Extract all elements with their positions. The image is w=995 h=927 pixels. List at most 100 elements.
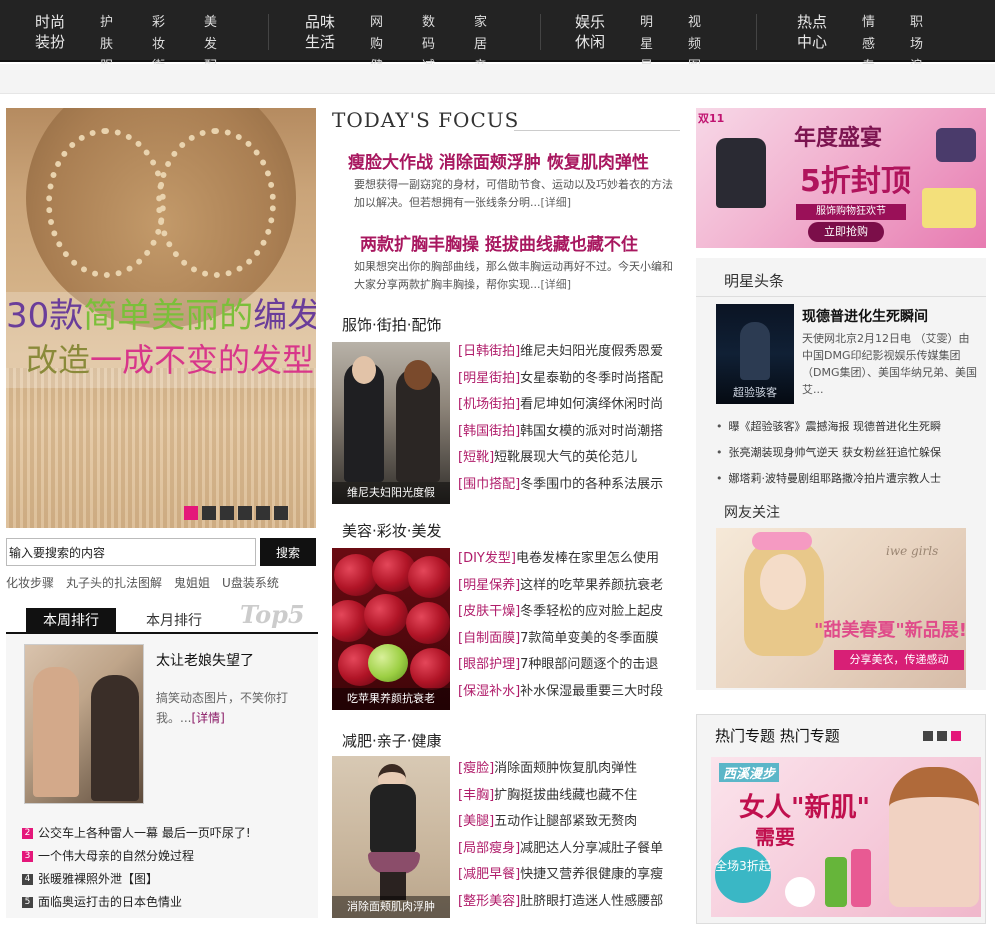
list-item[interactable]: [局部瘦身]减肥达人分享减肚子餐单 xyxy=(458,836,663,863)
ranking-item[interactable]: 4 张暖雅裸照外泄【图】 xyxy=(22,868,251,891)
list-item[interactable]: [保湿补水]补水保湿最重要三大时段 xyxy=(458,679,663,706)
list-item[interactable]: [短靴]短靴展现大气的英伦范儿 xyxy=(458,445,663,472)
slideshow-dot-active[interactable] xyxy=(184,506,198,520)
details-link[interactable]: [详细] xyxy=(541,196,572,209)
nav-link[interactable]: 视频 xyxy=(688,12,701,56)
movie-poster[interactable]: 超验骇客 xyxy=(716,304,794,404)
list-item-tag[interactable]: [局部瘦身] xyxy=(458,841,520,856)
list-item[interactable]: [围巾搭配]冬季围巾的各种系法展示 xyxy=(458,472,663,499)
topic-pager-dot[interactable] xyxy=(937,731,947,741)
list-item-tag[interactable]: [瘦脸] xyxy=(458,761,494,776)
nav-link[interactable]: 职场 xyxy=(910,12,923,56)
list-item-tag[interactable]: [美腿] xyxy=(458,814,494,829)
list-item[interactable]: [皮肤干燥]冬季轻松的应对脸上起皮 xyxy=(458,599,663,626)
nav-link[interactable]: 家居 xyxy=(474,12,487,56)
focus-headline[interactable]: 瘦脸大作战 消除面颊浮肿 恢复肌肉弹性 xyxy=(348,148,649,173)
nav-category-life[interactable]: 品味 生活 xyxy=(300,12,340,52)
nav-link[interactable]: 网购 xyxy=(370,12,383,56)
list-item[interactable]: [日韩街拍]维尼夫妇阳光度假秀恩爱 xyxy=(458,339,663,366)
promo-badge: 双11 xyxy=(698,112,725,125)
list-item[interactable]: [韩国街拍]韩国女模的派对时尚潮搭 xyxy=(458,419,663,446)
nav-link[interactable]: 数码 xyxy=(422,12,435,56)
section-image-beauty[interactable]: 吃苹果养颜抗衰老 xyxy=(332,548,450,710)
list-item-tag[interactable]: [机场街拍] xyxy=(458,397,520,412)
nav-category-hot[interactable]: 热点 中心 xyxy=(792,12,832,52)
list-item-tag[interactable]: [明星街拍] xyxy=(458,371,520,386)
list-item[interactable]: [明星街拍]女星泰勒的冬季时尚搭配 xyxy=(458,366,663,393)
list-item-tag[interactable]: [减肥早餐] xyxy=(458,867,520,882)
celebrity-heading[interactable]: 明星头条 xyxy=(724,270,784,291)
nav-category-entertainment[interactable]: 娱乐 休闲 xyxy=(570,12,610,52)
list-item-tag[interactable]: [皮肤干燥] xyxy=(458,604,520,619)
nav-link[interactable]: 美发 xyxy=(204,12,217,56)
netizen-banner[interactable]: iwe girls "甜美春夏"新品展! 分享美衣，传递感动 xyxy=(716,528,966,688)
topic-pager-dot[interactable] xyxy=(923,731,933,741)
hot-keyword-link[interactable]: U盘装系统 xyxy=(222,576,279,590)
list-item[interactable]: [机场街拍]看尼坤如何演绎休闲时尚 xyxy=(458,392,663,419)
hot-keyword-link[interactable]: 丸子头的扎法图解 xyxy=(66,576,162,590)
slideshow-dot[interactable] xyxy=(202,506,216,520)
hero-slideshow[interactable]: 30款简单美丽的编发 改造一成不变的发型 xyxy=(6,108,316,528)
hot-keyword-link[interactable]: 化妆步骤 xyxy=(6,576,54,590)
hot-keyword-link[interactable]: 鬼姐姐 xyxy=(174,576,210,590)
celebrity-article-title[interactable]: 现德普进化生死瞬间 xyxy=(802,306,928,326)
details-link[interactable]: [详情] xyxy=(191,711,224,725)
featured-title[interactable]: 太让老娘失望了 xyxy=(156,650,254,670)
slideshow-dot[interactable] xyxy=(220,506,234,520)
list-item-tag[interactable]: [DIY发型] xyxy=(458,551,516,566)
section-image-health[interactable]: 消除面颊肌肉浮肿 xyxy=(332,756,450,918)
section-image-fashion[interactable]: 维尼夫妇阳光度假 xyxy=(332,342,450,504)
list-item[interactable]: [眼部护理]7种眼部问题逐个的击退 xyxy=(458,652,663,679)
slideshow-dot[interactable] xyxy=(274,506,288,520)
list-item[interactable]: [明星保养]这样的吃苹果养颜抗衰老 xyxy=(458,573,663,600)
celebrity-news-item[interactable]: 张亮潮装现身帅气逆天 获女粉丝狂追忙躲保 xyxy=(716,440,942,466)
slideshow-dot[interactable] xyxy=(238,506,252,520)
search-button[interactable]: 搜索 xyxy=(260,538,316,566)
search-bar: 搜索 xyxy=(6,538,318,566)
section-title-health[interactable]: 减肥·亲子·健康 xyxy=(342,730,442,751)
banner-bow xyxy=(752,532,812,550)
list-item-tag[interactable]: [丰胸] xyxy=(458,788,494,803)
list-item[interactable]: [瘦脸]消除面颊肿恢复肌肉弹性 xyxy=(458,756,663,783)
buy-now-button[interactable]: 立即抢购 xyxy=(808,222,884,242)
list-item[interactable]: [自制面膜]7款简单变美的冬季面膜 xyxy=(458,626,663,653)
list-item[interactable]: [丰胸]扩胸挺拔曲线藏也藏不住 xyxy=(458,783,663,810)
nav-link[interactable]: 明星 xyxy=(640,12,653,56)
list-item[interactable]: [DIY发型]电卷发棒在家里怎么使用 xyxy=(458,546,663,573)
nav-link[interactable]: 彩妆 xyxy=(152,12,165,56)
search-input[interactable] xyxy=(6,538,256,566)
tab-monthly[interactable]: 本月排行 xyxy=(134,608,214,634)
section-title-beauty[interactable]: 美容·彩妆·美发 xyxy=(342,520,442,541)
list-item-tag[interactable]: [日韩街拍] xyxy=(458,344,520,359)
topic-pager-dot-active[interactable] xyxy=(951,731,961,741)
list-item-tag[interactable]: [眼部护理] xyxy=(458,657,520,672)
list-item[interactable]: [整形美容]肚脐眼打造迷人性感腰部 xyxy=(458,889,663,916)
topic-banner[interactable]: 西溪漫步 女人"新肌" 需要 全场3折起 xyxy=(711,757,981,917)
focus-headline[interactable]: 两款扩胸丰胸操 挺拔曲线藏也藏不住 xyxy=(360,230,638,255)
details-link[interactable]: [详细] xyxy=(541,278,572,291)
netizen-heading[interactable]: 网友关注 xyxy=(724,502,780,522)
ranking-item[interactable]: 2 公交车上各种雷人一幕 最后一页吓尿了! xyxy=(22,822,251,845)
poster-figure xyxy=(740,322,770,380)
section-title-fashion[interactable]: 服饰·街拍·配饰 xyxy=(342,314,442,335)
celebrity-news-item[interactable]: 娜塔莉·波特曼剧组耶路撒冷拍片遭宗教人士 xyxy=(716,466,942,492)
slideshow-dot[interactable] xyxy=(256,506,270,520)
nav-link[interactable]: 护肤 xyxy=(100,12,113,56)
promo-banner-sale[interactable]: 双11 年度盛宴 5折封顶 服饰购物狂欢节 立即抢购 xyxy=(696,108,986,248)
tab-weekly[interactable]: 本周排行 xyxy=(26,608,116,634)
list-item-tag[interactable]: [保湿补水] xyxy=(458,684,520,699)
list-item[interactable]: [美腿]五动作让腿部紧致无赘肉 xyxy=(458,809,663,836)
nav-category-fashion[interactable]: 时尚 装扮 xyxy=(30,12,70,52)
ranking-item[interactable]: 3 一个伟大母亲的自然分娩过程 xyxy=(22,845,251,868)
celebrity-news-item[interactable]: 曝《超验骇客》震撼海报 现德普进化生死瞬 xyxy=(716,414,942,440)
list-item-tag[interactable]: [整形美容] xyxy=(458,894,520,909)
list-item[interactable]: [减肥早餐]快捷又营养很健康的享瘦 xyxy=(458,862,663,889)
list-item-tag[interactable]: [自制面膜] xyxy=(458,631,520,646)
nav-link[interactable]: 情感 xyxy=(862,12,875,56)
list-item-tag[interactable]: [短靴] xyxy=(458,450,494,465)
list-item-tag[interactable]: [围巾搭配] xyxy=(458,477,520,492)
list-item-tag[interactable]: [明星保养] xyxy=(458,578,520,593)
featured-thumbnail[interactable] xyxy=(24,644,144,804)
ranking-item[interactable]: 5 面临奥运打击的日本色情业 xyxy=(22,891,251,914)
list-item-tag[interactable]: [韩国街拍] xyxy=(458,424,520,439)
